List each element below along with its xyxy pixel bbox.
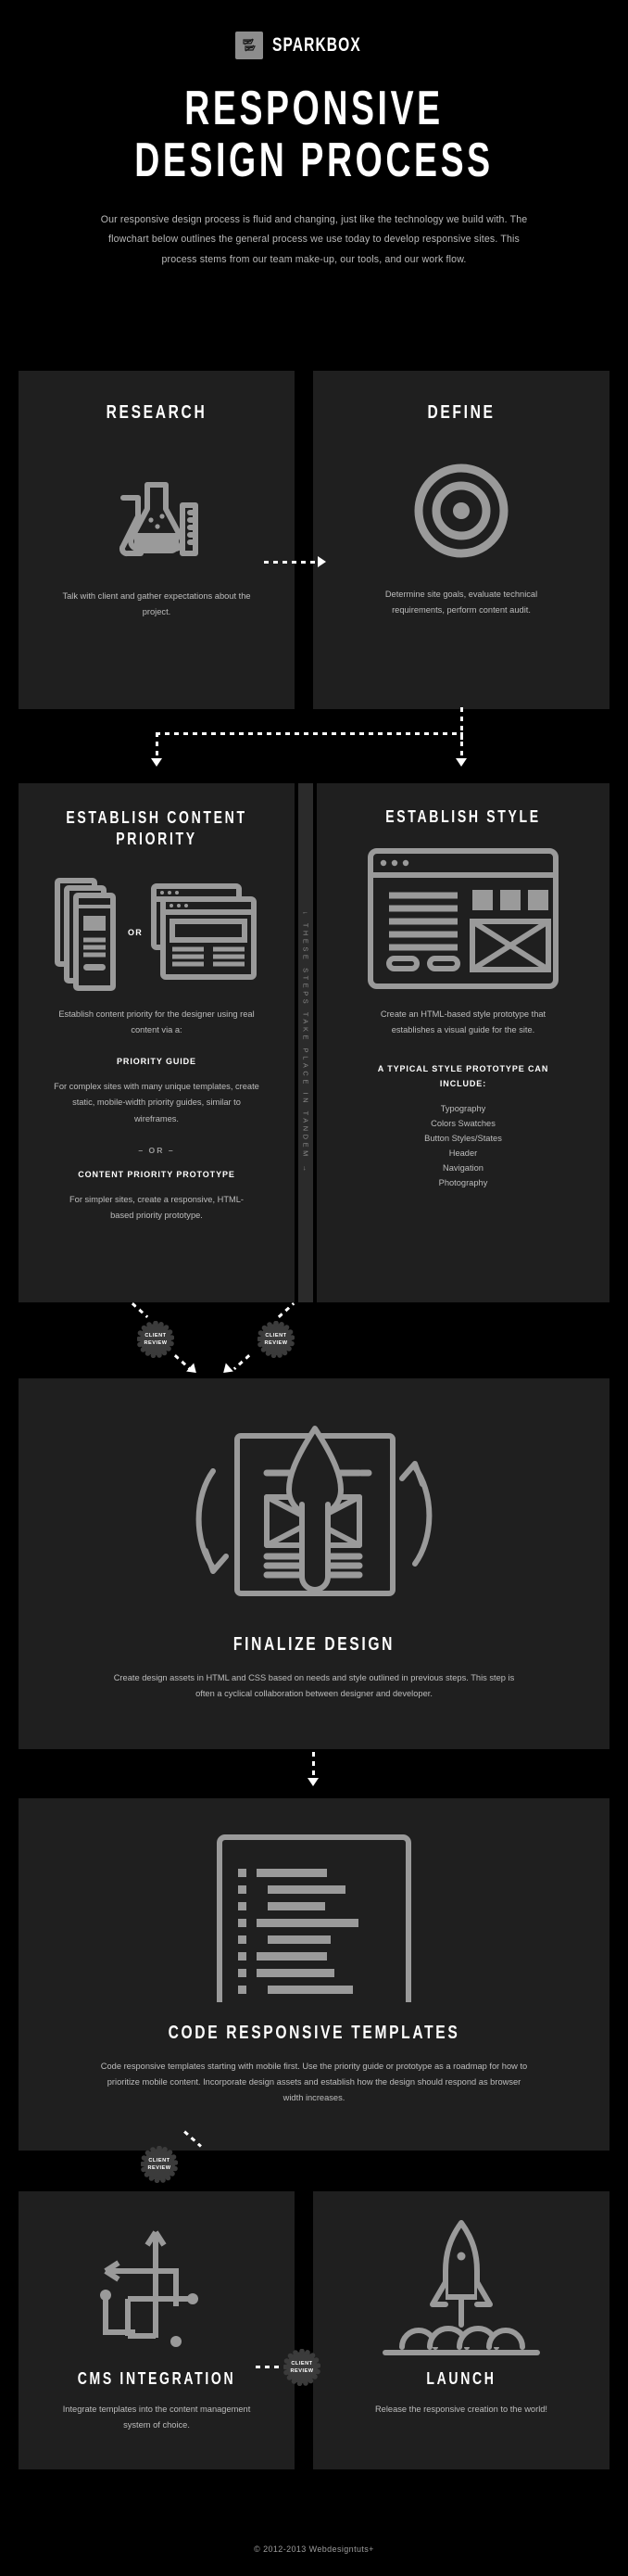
content-priority-or-label: OR [128,927,143,937]
arrow-to-establish-style [456,758,467,767]
research-title: RESEARCH [106,402,207,423]
connector-style-to-review [277,1302,295,1318]
priority-guide-subhead: PRIORITY GUIDE [117,1057,196,1067]
brand-header: SPARKBOX [0,0,628,59]
client-review-badge[interactable]: CLIENT REVIEW [283,2349,320,2386]
code-templates-title: CODE RESPONSIVE TEMPLATES [168,2023,460,2043]
connector-define-split [156,732,463,735]
cms-integration-title: CMS INTEGRATION [77,2369,236,2388]
title-line-2: DESIGN PROCESS [134,133,494,187]
style-prototype-list: Typography Colors Swatches Button Styles… [317,1102,609,1191]
arrow-review-to-finalize-right [220,1363,233,1377]
intro-paragraph: Our responsive design process is fluid a… [100,214,528,265]
establish-style-title: ESTABLISH STYLE [385,807,541,826]
arrow-finalize-to-code [308,1778,319,1786]
connector-finalize-to-code [312,1752,315,1780]
cms-integration-body: Integrate templates into the content man… [62,2405,251,2430]
connector-cms-to-review [256,2366,285,2368]
client-review-badge[interactable]: CLIENT REVIEW [137,1321,174,1358]
priority-guide-body: For complex sites with many unique templ… [54,1082,259,1123]
launch-body: Release the responsive creation to the w… [374,2405,548,2414]
list-item: Colors Swatches [431,1118,496,1128]
panel-cms-integration: CMS INTEGRATION Integrate templates into… [19,2191,295,2469]
client-review-label: CLIENT REVIEW [264,1332,288,1346]
infographic-page: SPARKBOX RESPONSIVE DESIGN PROCESS Our r… [0,0,628,2576]
client-review-badge[interactable]: CLIENT REVIEW [141,2146,178,2183]
list-item: Photography [438,1177,488,1187]
finalize-design-body: Create design assets in HTML and CSS bas… [113,1673,515,1699]
style-prototype-browser-icon [317,845,609,992]
arrow-research-to-define [318,556,326,567]
footer-credit: © 2012-2013 Webdesigntuts+ [254,2544,374,2554]
mobile-wireframe-stack-icon [54,871,120,994]
code-editor-icon [19,1828,609,2010]
panel-content-priority: ESTABLISH CONTENT PRIORITY OR Establish … [19,783,295,1302]
content-priority-icons: OR [19,871,295,994]
connector-priority-to-review [131,1302,149,1318]
browser-wireframe-stack-icon [150,871,259,994]
rocket-launch-icon [313,2215,609,2356]
launch-title: LAUNCH [426,2369,496,2388]
define-body: Determine site goals, evaluate technical… [384,590,538,615]
define-title: DEFINE [427,402,496,423]
client-review-label: CLIENT REVIEW [147,2157,171,2171]
list-item: Header [448,1148,478,1158]
title-line-1: RESPONSIVE [184,82,444,135]
page-title: RESPONSIVE DESIGN PROCESS [0,82,628,187]
brand-name: SPARKBOX [272,34,362,56]
paintbrush-wireframe-cycle-icon [19,1415,609,1621]
content-priority-prototype-subhead: CONTENT PRIORITY PROTOTYPE [78,1169,235,1179]
content-priority-prototype-body: For simpler sites, create a responsive, … [69,1194,245,1220]
list-item: Button Styles/States [424,1133,502,1143]
list-item: Navigation [443,1162,484,1173]
connector-review-to-finalize-right [232,1354,251,1370]
list-item: Typography [440,1103,486,1113]
content-priority-separator: – OR – [138,1145,175,1155]
beakers-flask-icon [19,461,295,572]
panel-establish-style: ESTABLISH STYLE Create an HTML-based sty… [317,783,609,1302]
panel-launch: LAUNCH Release the responsive creation t… [313,2191,609,2469]
panel-define: DEFINE Determine site goals, evaluate te… [313,371,609,709]
connector-research-to-define [264,561,318,564]
client-review-badge[interactable]: CLIENT REVIEW [257,1321,295,1358]
research-body: Talk with client and gather expectations… [62,591,251,617]
target-bullseye-icon [313,455,609,566]
establish-style-body: Create an HTML-based style prototype tha… [380,1009,546,1035]
node-network-arrows-icon [19,2217,295,2356]
client-review-label: CLIENT REVIEW [144,1332,168,1346]
style-prototype-subhead: A TYPICAL STYLE PROTOTYPE CAN INCLUDE: [377,1064,549,1088]
content-priority-body: Establish content priority for the desig… [58,1009,255,1034]
sparkbox-logo-icon [235,32,264,59]
content-priority-title: ESTABLISH CONTENT PRIORITY [66,808,247,849]
panel-finalize-design: FINALIZE DESIGN Create design assets in … [19,1378,609,1749]
arrow-to-content-priority [151,758,162,767]
client-review-label: CLIENT REVIEW [290,2360,314,2374]
panel-code-templates: CODE RESPONSIVE TEMPLATES Code responsiv… [19,1798,609,2151]
code-templates-body: Code responsive templates starting with … [100,2062,528,2103]
panel-research: RESEARCH Talk with client and gather exp… [19,371,295,709]
tandem-note-text: ↓ THESE STEPS TAKE PLACE IN TANDEM → [301,910,310,1175]
finalize-design-title: FINALIZE DESIGN [232,1634,396,1655]
tandem-note-bar: ↓ THESE STEPS TAKE PLACE IN TANDEM → [298,783,313,1302]
